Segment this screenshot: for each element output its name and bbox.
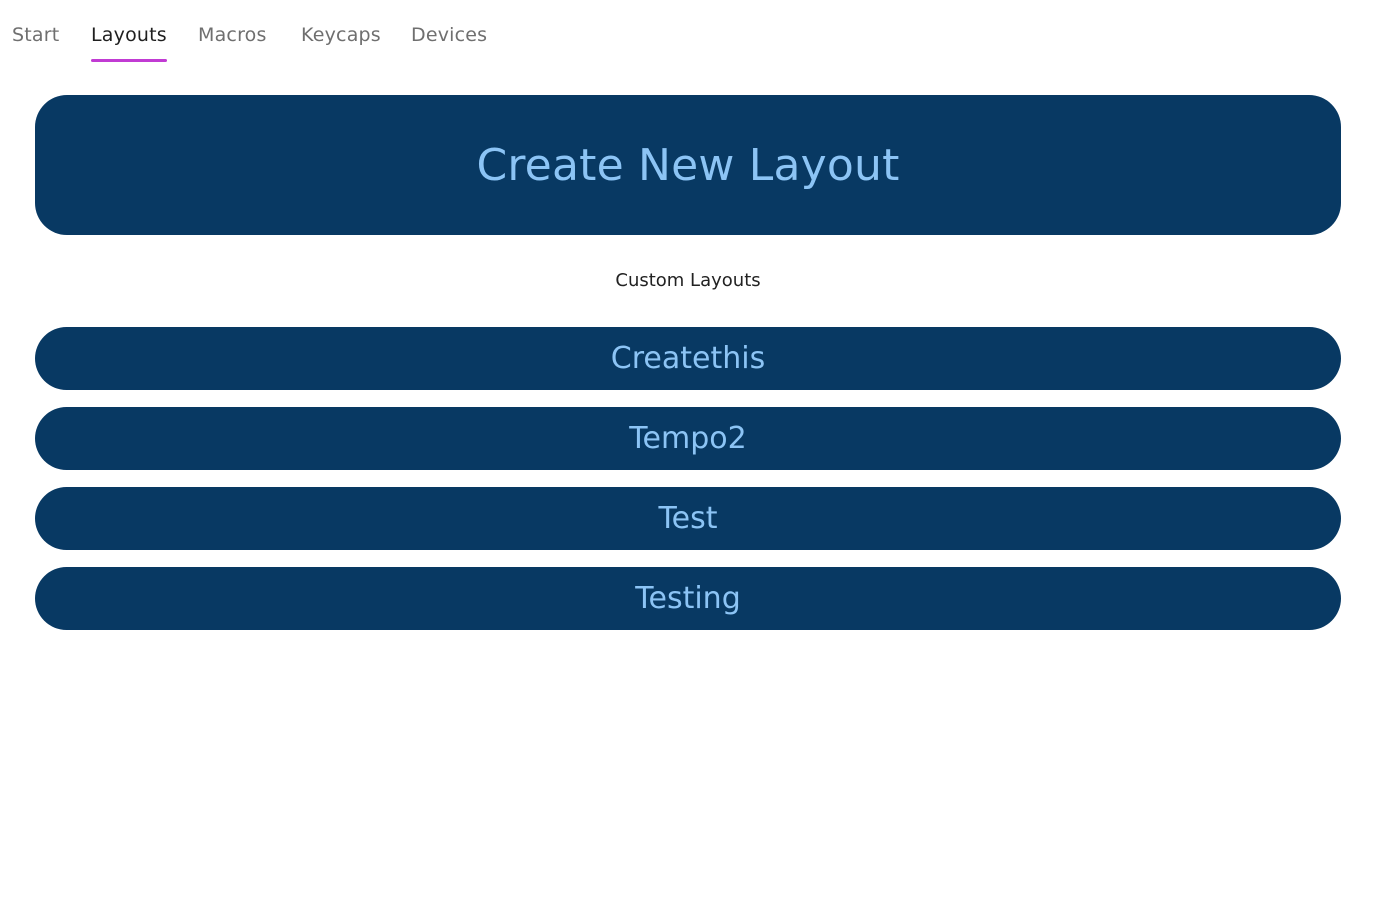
create-new-layout-button[interactable]: Create New Layout [35,95,1341,235]
layout-item-createthis[interactable]: Createthis [35,327,1341,390]
custom-layouts-list: Createthis Tempo2 Test Testing [35,327,1341,647]
tab-start[interactable]: Start [12,24,59,46]
layout-item-testing[interactable]: Testing [35,567,1341,630]
tab-devices[interactable]: Devices [411,24,487,46]
custom-layouts-heading: Custom Layouts [615,270,761,291]
layout-item-tempo2[interactable]: Tempo2 [35,407,1341,470]
tab-macros[interactable]: Macros [198,24,267,46]
app-window: Start Layouts Macros Keycaps Devices Cre… [0,0,1376,900]
layout-item-test[interactable]: Test [35,487,1341,550]
tab-keycaps[interactable]: Keycaps [301,24,381,46]
tab-layouts[interactable]: Layouts [91,24,167,62]
